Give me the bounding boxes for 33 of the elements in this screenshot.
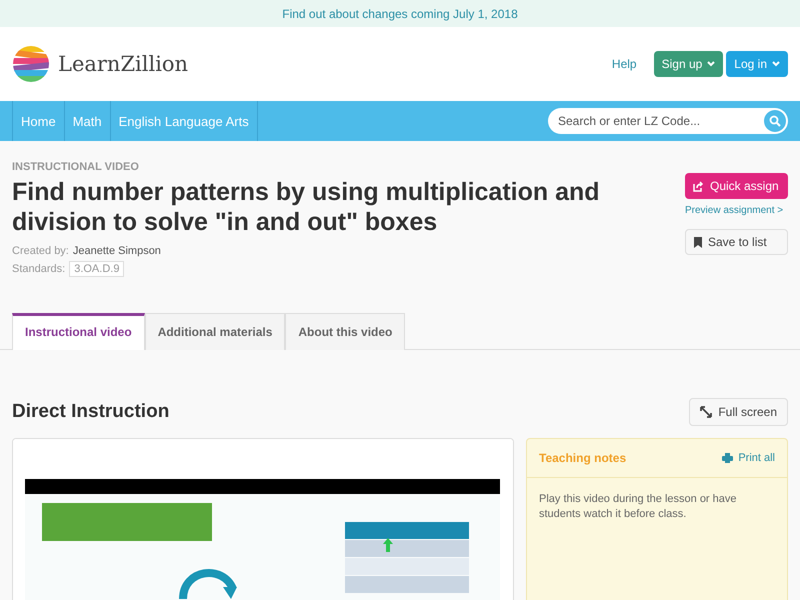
created-by-label: Created by: [12,245,69,257]
preview-assignment-link[interactable]: Preview assignment > [685,204,784,217]
help-link[interactable]: Help [612,57,637,71]
share-icon [693,180,704,192]
notes-title: Teaching notes [539,451,628,465]
tab[interactable]: Instructional video [12,313,145,350]
nav-item[interactable]: Home [12,101,64,141]
bookmark-icon [694,236,702,248]
search-icon [769,115,781,127]
announcement-link[interactable]: Find out about changes coming July 1, 2018 [282,6,518,20]
nav-item[interactable]: English Language Arts [110,101,258,141]
logo-wordmark[interactable]: LearnZillion [58,52,188,76]
save-to-list-button[interactable]: Save to list [685,229,788,255]
notes-text: Play this video during the lesson or have students watch it before class. [538,492,738,522]
quick-assign-button[interactable]: Quick assign [685,173,788,199]
tab[interactable]: About this video [285,313,406,350]
standards-label: Standards: [12,263,66,275]
content-type-label: INSTRUCTIONAL VIDEO [12,161,140,173]
chevron-icon [707,61,716,67]
logo-icon [12,45,50,83]
author-link[interactable]: Jeanette Simpson [72,245,161,257]
nav-item[interactable]: Math [64,101,110,141]
tab[interactable]: Additional materials [144,313,286,350]
section-title: Direct Instruction [12,401,170,423]
full-screen-button[interactable]: Full screen [689,398,788,426]
expand-icon [700,406,712,418]
chevron-icon [772,61,780,67]
log-in-button[interactable]: Log in [726,51,788,77]
search-field[interactable]: Search or enter LZ Code... [548,108,788,134]
lesson-title: Find number patterns by using multiplication and division to solve "in and out" boxes [12,177,601,237]
standard-tag[interactable]: 3.OA.D.9 [69,261,124,277]
sign-up-button[interactable]: Sign up [654,51,724,77]
print-all-link[interactable]: Print all [722,452,775,464]
